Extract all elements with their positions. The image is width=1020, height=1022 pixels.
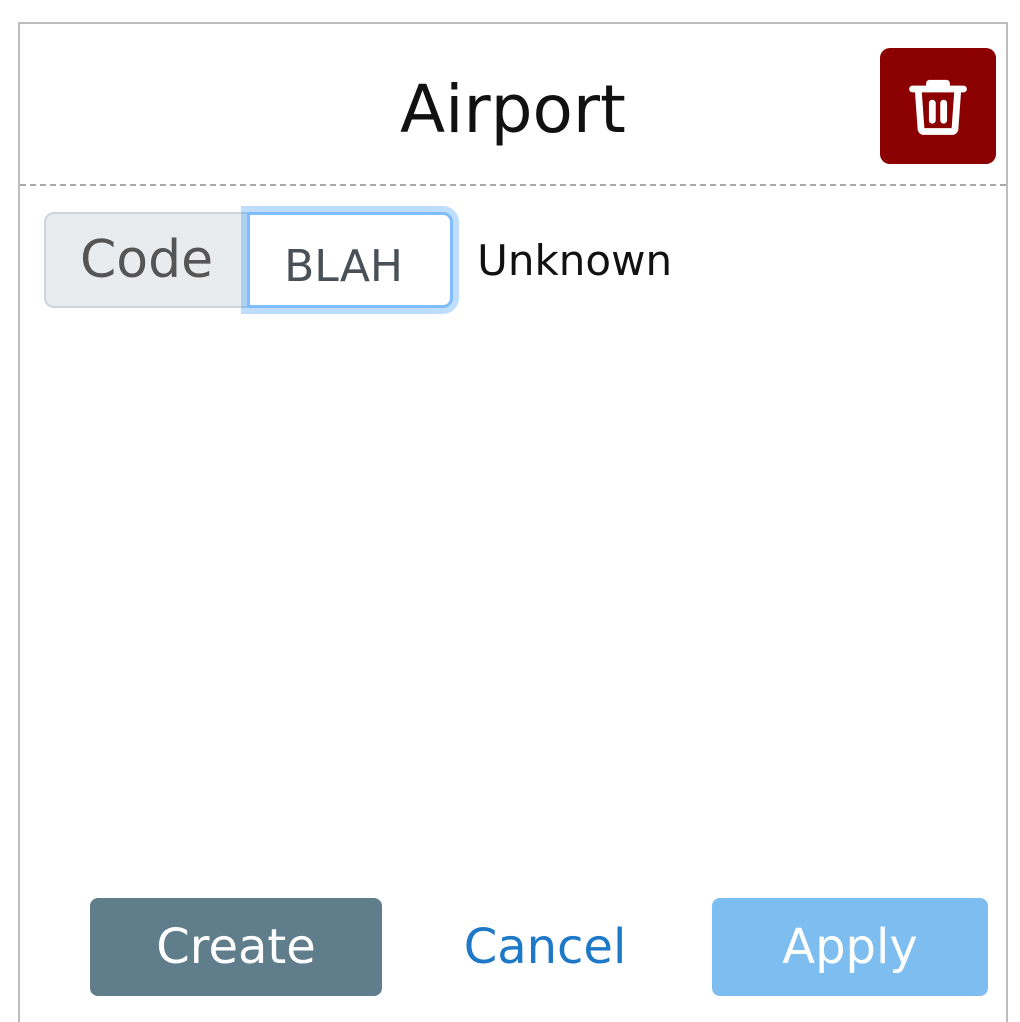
code-input[interactable] <box>247 212 454 308</box>
trash-icon <box>909 79 967 135</box>
code-input-group: Code <box>44 212 454 308</box>
delete-button[interactable] <box>880 48 996 164</box>
airport-dialog: Airport Code Unknown Create Cancel Apply <box>18 22 1008 1022</box>
dialog-title: Airport <box>400 71 626 148</box>
dialog-footer: Create Cancel Apply <box>20 898 1006 998</box>
dialog-header: Airport <box>20 24 1006 186</box>
apply-button[interactable]: Apply <box>712 898 988 996</box>
code-label: Code <box>44 212 248 308</box>
code-status: Unknown <box>477 235 673 285</box>
create-button[interactable]: Create <box>90 898 382 996</box>
cancel-link[interactable]: Cancel <box>460 898 630 996</box>
code-row: Code Unknown <box>44 212 672 308</box>
